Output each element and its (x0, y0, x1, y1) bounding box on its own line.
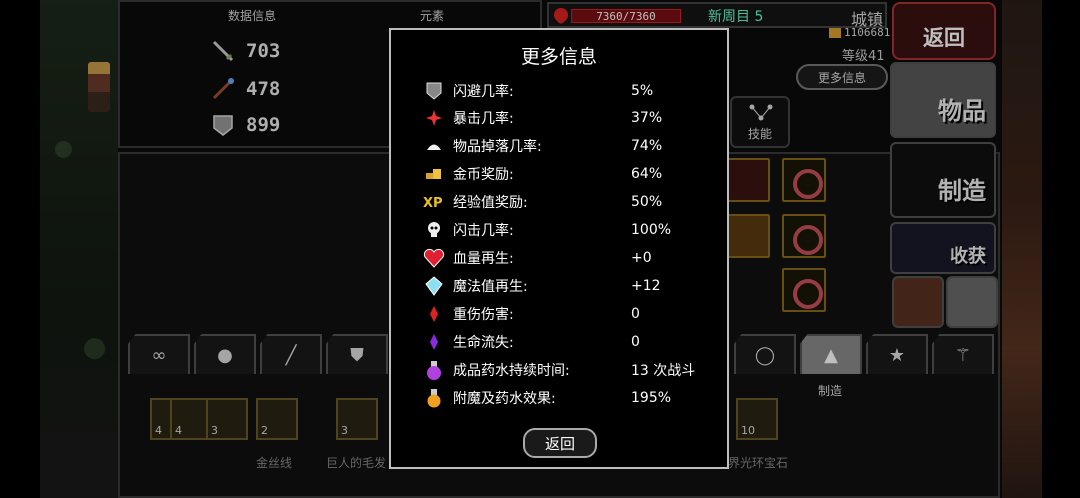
stat-row-drop: 物品掉落几率: 74% (423, 135, 723, 157)
stat-value: 0 (631, 334, 640, 350)
dialog-title: 更多信息 (520, 46, 597, 68)
stat-row-gold: 金币奖励: 64% (423, 163, 723, 185)
stat-value: 100% (631, 222, 672, 238)
enchant-icon (423, 387, 445, 409)
life-drain-icon (423, 331, 445, 353)
mana-crystal-icon (423, 275, 445, 297)
stat-row-life-drain: 生命流失: 0 (423, 331, 723, 353)
stat-label: 闪击几率: (453, 223, 514, 239)
stat-value: 74% (631, 138, 663, 154)
stat-row-crit: 暴击几率: 37% (423, 107, 723, 129)
stat-label: 血量再生: (453, 251, 514, 267)
potion-icon (423, 359, 445, 381)
stat-value: +0 (631, 250, 652, 266)
xp-icon: XP (423, 191, 445, 213)
stat-row-dodge: 闪避几率: 5% (423, 80, 723, 102)
stat-label: 附魔及药水效果: (453, 391, 556, 407)
stat-value: 195% (631, 390, 672, 406)
stat-label: 物品掉落几率: (453, 139, 542, 155)
stat-row-xp: XP 经验值奖励: 50% (423, 191, 723, 213)
wound-icon (423, 303, 445, 325)
dodge-icon (423, 80, 445, 102)
stat-label: 成品药水持续时间: (453, 363, 570, 379)
drop-icon (423, 135, 445, 157)
stat-label: 经验值奖励: (453, 195, 528, 211)
stat-value: 37% (631, 110, 663, 126)
stat-value: 0 (631, 306, 640, 322)
stat-row-mp-regen: 魔法值再生: +12 (423, 275, 723, 297)
crit-icon (423, 107, 445, 129)
stat-value: 50% (631, 194, 663, 210)
stat-label: 生命流失: (453, 335, 514, 351)
stat-row-wound: 重伤伤害: 0 (423, 303, 723, 325)
more-info-dialog: 更多信息 闪避几率: 5% 暴击几率: 37% 物品掉落几率: 74% 金币奖励… (389, 28, 729, 469)
stat-value: 5% (631, 83, 654, 99)
stat-label: 闪避几率: (453, 84, 514, 100)
stat-value: 64% (631, 166, 663, 182)
heart-icon (423, 247, 445, 269)
svg-text:XP: XP (423, 196, 443, 209)
stat-row-hp-regen: 血量再生: +0 (423, 247, 723, 269)
stat-row-potion-duration: 成品药水持续时间: 13 次战斗 (423, 359, 723, 381)
stat-label: 金币奖励: (453, 167, 514, 183)
stat-label: 魔法值再生: (453, 279, 528, 295)
stat-row-flash: 闪击几率: 100% (423, 219, 723, 241)
stat-row-enchant: 附魔及药水效果: 195% (423, 387, 723, 409)
stat-value: +12 (631, 278, 661, 294)
stat-label: 重伤伤害: (453, 307, 514, 323)
stat-value: 13 次战斗 (631, 363, 696, 379)
dialog-back-button[interactable]: 返回 (523, 428, 597, 458)
stat-label: 暴击几率: (453, 111, 514, 127)
skull-icon (423, 219, 445, 241)
gold-icon (423, 163, 445, 185)
